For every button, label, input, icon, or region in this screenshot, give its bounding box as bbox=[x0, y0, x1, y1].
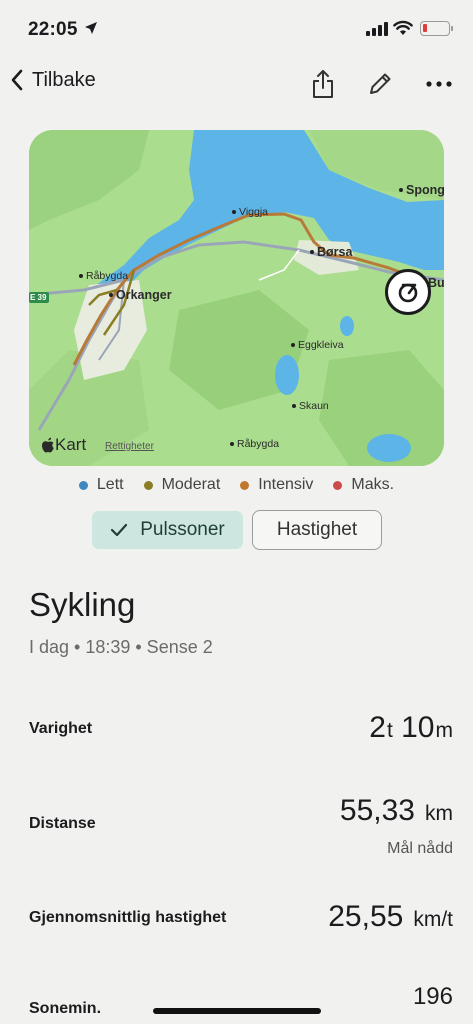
road-badge: E 39 bbox=[29, 292, 50, 303]
nav-bar: Tilbake bbox=[0, 60, 473, 108]
distance-value: 55,33 km bbox=[339, 794, 453, 827]
pulse-zones-button[interactable]: Pulssoner bbox=[92, 511, 243, 549]
duration-value: 2t 10m bbox=[369, 711, 453, 744]
activity-subtitle: I dag • 18:39 • Sense 2 bbox=[29, 637, 213, 657]
map-label-rabygda-south: Råbygda bbox=[230, 438, 279, 450]
distance-label: Distanse bbox=[29, 815, 96, 832]
legend-item: Intensiv bbox=[240, 476, 313, 494]
cycling-icon bbox=[398, 283, 418, 303]
more-options-button[interactable] bbox=[424, 68, 454, 100]
status-bar: 22:05 bbox=[0, 0, 473, 56]
duration-label: Varighet bbox=[29, 720, 93, 737]
battery-icon bbox=[420, 21, 453, 36]
zone-minutes-label: Sonemin. bbox=[29, 1000, 102, 1017]
legend-dot bbox=[333, 480, 343, 490]
chevron-left-icon bbox=[11, 69, 23, 91]
legend-dot bbox=[78, 480, 88, 490]
back-label: Tilbake bbox=[32, 68, 96, 91]
zone-minutes-value: 196 bbox=[412, 983, 453, 1010]
share-button[interactable] bbox=[308, 68, 338, 100]
share-icon bbox=[313, 70, 333, 98]
legend-item: Maks. bbox=[333, 476, 394, 494]
legend-label: Lett bbox=[96, 476, 124, 493]
checkmark-icon bbox=[111, 523, 128, 537]
distance-goal-note: Mål nådd bbox=[387, 840, 453, 857]
legal-link[interactable]: Rettigheter bbox=[105, 441, 154, 452]
route-map[interactable]: Viggja Børsa Spong Råbygda Orkanger Eggk… bbox=[29, 130, 444, 466]
map-label-spongdal: Spong bbox=[399, 183, 444, 197]
legend-dot bbox=[240, 480, 250, 490]
avg-speed-label: Gjennomsnittlig hastighet bbox=[29, 909, 227, 926]
legend-label: Maks. bbox=[351, 476, 395, 493]
more-horizontal-icon bbox=[426, 81, 452, 87]
map-graphic bbox=[29, 130, 444, 466]
legend-label: Intensiv bbox=[258, 476, 314, 493]
activity-title: Sykling bbox=[29, 586, 136, 623]
apple-logo-icon bbox=[42, 437, 54, 453]
map-label-viggja: Viggja bbox=[232, 206, 268, 218]
location-arrow-icon bbox=[85, 22, 97, 34]
cellular-signal-icon bbox=[366, 22, 388, 36]
legend-item: Moderat bbox=[143, 476, 221, 494]
map-label-eggkleiva: Eggkleiva bbox=[291, 339, 344, 351]
legend-dot bbox=[143, 480, 153, 490]
back-button[interactable]: Tilbake bbox=[10, 68, 96, 92]
avg-speed-value: 25,55 km/t bbox=[328, 900, 453, 933]
speed-button[interactable]: Hastighet bbox=[252, 510, 382, 550]
legend-item: Lett bbox=[78, 476, 124, 494]
cycling-marker bbox=[385, 269, 431, 315]
map-label-skaun: Skaun bbox=[292, 400, 329, 412]
pulse-zones-label: Pulssoner bbox=[140, 519, 225, 540]
wifi-icon bbox=[393, 20, 413, 35]
pencil-icon bbox=[370, 73, 391, 94]
legend-label: Moderat bbox=[161, 476, 221, 493]
map-label-rabygda-north: Råbygda bbox=[79, 270, 128, 282]
home-indicator bbox=[153, 1008, 321, 1014]
status-time: 22:05 bbox=[28, 19, 78, 40]
map-label-borsa: Børsa bbox=[310, 245, 352, 259]
map-attribution: Kart bbox=[41, 435, 86, 455]
edit-button[interactable] bbox=[365, 68, 395, 100]
speed-label: Hastighet bbox=[276, 519, 358, 540]
heart-zone-legend: Lett Moderat Intensiv Maks. bbox=[0, 476, 473, 494]
map-label-orkanger: Orkanger bbox=[109, 288, 172, 302]
